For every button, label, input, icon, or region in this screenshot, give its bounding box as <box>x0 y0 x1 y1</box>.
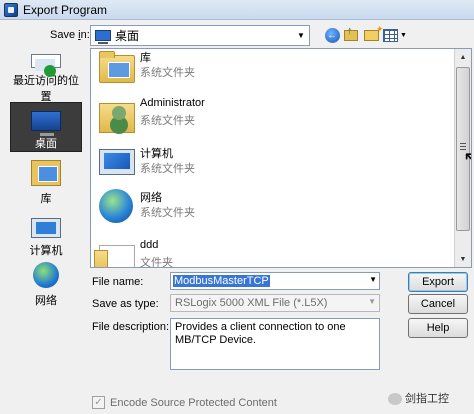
help-button[interactable]: Help <box>408 318 468 338</box>
chevron-down-icon[interactable]: ▼ <box>293 26 309 45</box>
watermark: 剑指工控 <box>388 390 449 406</box>
desktop-icon <box>95 30 111 44</box>
computer-icon <box>31 218 61 238</box>
wechat-icon <box>388 393 402 406</box>
save-as-type-select: RSLogix 5000 XML File (*.L5X) ▼ <box>170 294 380 312</box>
chevron-down-icon[interactable]: ▼ <box>369 275 377 284</box>
library-folder-icon <box>99 51 135 83</box>
recent-places-icon <box>31 54 61 77</box>
library-icon <box>31 160 61 186</box>
network-icon <box>33 262 59 288</box>
encode-source-label: Encode Source Protected Content <box>110 396 277 409</box>
scroll-down-icon[interactable]: ▼ <box>455 251 471 267</box>
computer-icon <box>99 149 135 175</box>
folder-icon <box>94 245 135 267</box>
list-item[interactable]: ddd 文件夹 <box>94 235 455 268</box>
mouse-cursor-icon: ↖ <box>463 149 471 169</box>
export-button[interactable]: Export <box>408 272 468 292</box>
list-item[interactable]: 计算机 系统文件夹 <box>95 141 455 187</box>
app-icon <box>4 2 18 17</box>
save-as-type-value: RSLogix 5000 XML File (*.L5X) <box>175 297 328 309</box>
file-type: 系统文件夹 <box>140 67 195 79</box>
file-name-label: File name: <box>92 276 144 288</box>
chevron-down-icon: ▼ <box>368 297 376 306</box>
place-label: 网络 <box>35 295 57 307</box>
places-bar: 最近访问的位置 桌面 库 计算机 网络 <box>4 48 84 384</box>
file-name: 计算机 <box>140 148 173 160</box>
cancel-button[interactable]: Cancel <box>408 294 468 314</box>
back-button[interactable]: ← <box>323 26 341 44</box>
file-description-textarea[interactable]: Provides a client connection to one MB/T… <box>170 318 380 370</box>
place-network[interactable]: 网络 <box>10 258 82 308</box>
file-name: 库 <box>140 52 151 64</box>
save-in-label: Save in: <box>50 29 90 41</box>
back-arrow-icon: ← <box>324 27 340 43</box>
place-label: 库 <box>40 193 52 205</box>
file-type: 系统文件夹 <box>140 163 195 175</box>
list-item[interactable]: 网络 系统文件夹 <box>95 185 455 231</box>
network-icon <box>99 189 133 223</box>
caret-down-icon: ▼ <box>400 31 407 39</box>
file-name: ddd <box>140 239 159 251</box>
place-recent[interactable]: 最近访问的位置 <box>10 54 82 104</box>
title-bar: Export Program <box>0 0 474 20</box>
up-folder-icon <box>344 25 358 41</box>
file-description-label: File description: <box>92 321 170 333</box>
scroll-up-icon[interactable]: ▲ <box>455 49 471 65</box>
file-type: 系统文件夹 <box>140 207 195 219</box>
encode-source-checkbox[interactable]: ✓ <box>92 396 105 409</box>
place-library[interactable]: 库 <box>10 156 82 206</box>
file-type: 系统文件夹 <box>140 115 195 127</box>
view-menu-button[interactable]: ▼ <box>383 26 407 44</box>
up-folder-button[interactable] <box>342 25 360 44</box>
file-list[interactable]: 库 系统文件夹 Administrator 系统文件夹 计算机 系统文件夹 网络… <box>90 48 472 268</box>
file-name-value: ModbusMasterTCP <box>173 275 270 287</box>
place-label: 最近访问的位置 <box>13 75 79 103</box>
place-desktop[interactable]: 桌面 <box>10 102 82 152</box>
user-folder-icon <box>99 103 135 133</box>
save-as-type-label: Save as type: <box>92 298 159 310</box>
list-item[interactable]: 库 系统文件夹 <box>95 49 455 91</box>
place-label: 计算机 <box>29 245 63 257</box>
new-folder-button[interactable] <box>361 24 383 44</box>
encode-source-checkbox-row: ✓ Encode Source Protected Content <box>92 396 277 409</box>
file-type: 文件夹 <box>140 257 173 268</box>
desktop-icon <box>31 111 61 136</box>
place-computer[interactable]: 计算机 <box>10 208 82 258</box>
list-item[interactable]: Administrator 系统文件夹 <box>95 93 455 139</box>
file-name-input[interactable]: ModbusMasterTCP ▼ <box>170 272 380 290</box>
save-in-value: 桌面 <box>115 29 140 43</box>
new-folder-icon <box>363 24 383 41</box>
file-name: 网络 <box>140 192 162 204</box>
place-label: 桌面 <box>35 138 57 150</box>
window-title: Export Program <box>23 2 108 17</box>
save-in-dropdown[interactable]: 桌面 ▼ <box>90 25 310 46</box>
file-name: Administrator <box>140 97 205 109</box>
view-grid-icon <box>383 28 399 42</box>
